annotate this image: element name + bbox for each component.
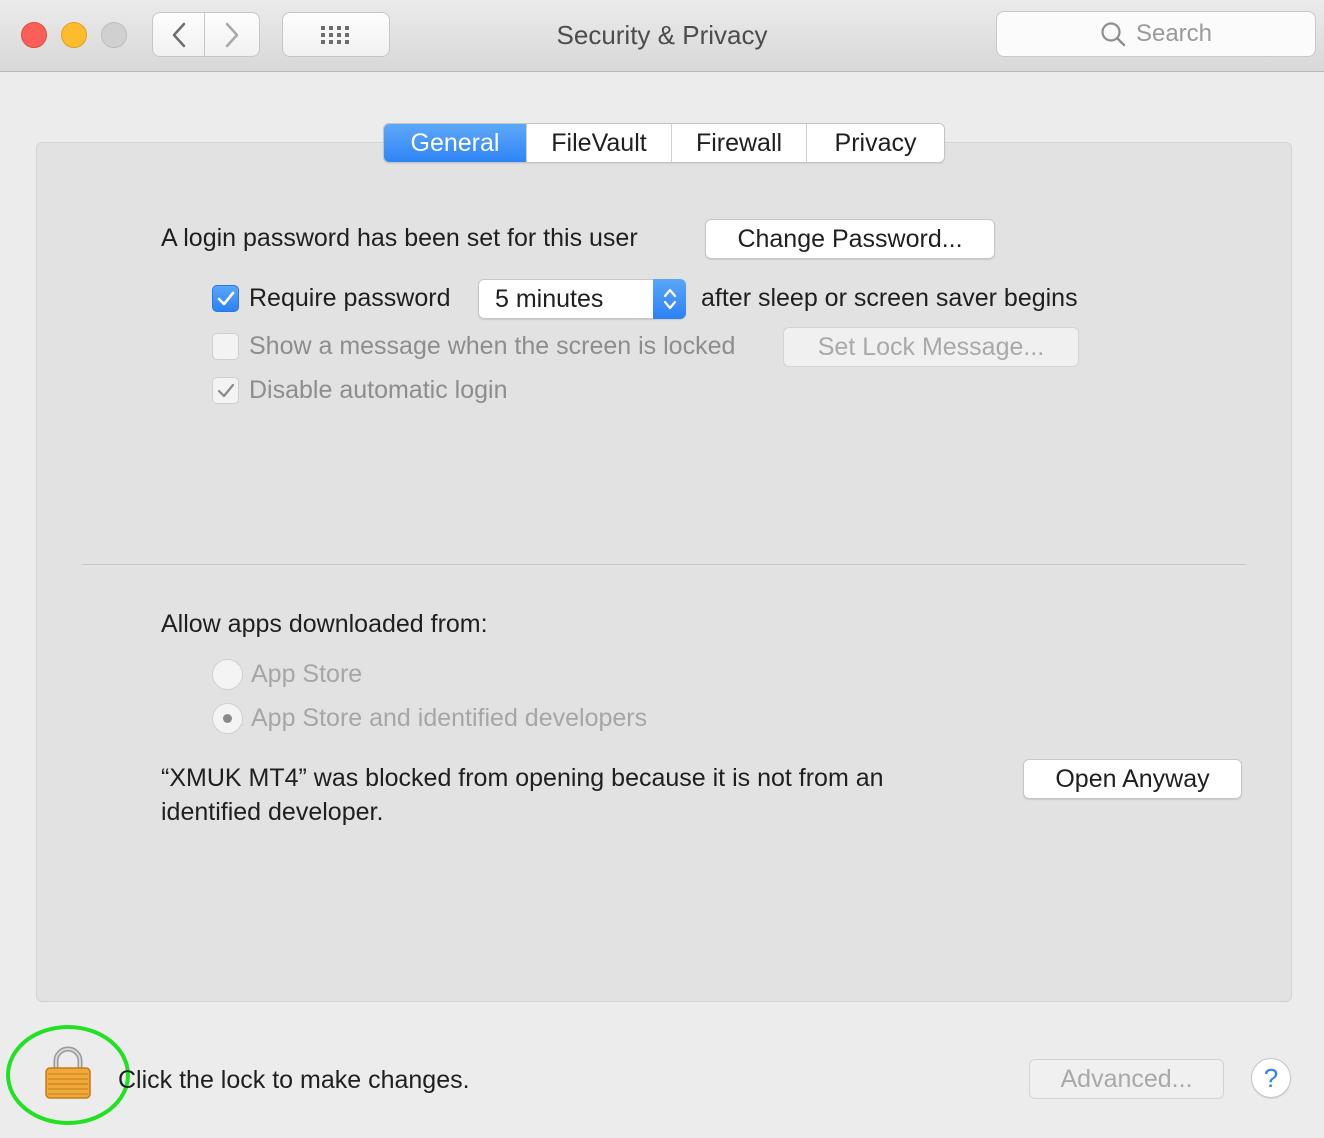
title-bar: Security & Privacy Search bbox=[0, 0, 1324, 72]
checkmark-icon bbox=[217, 291, 234, 305]
show-message-label: Show a message when the screen is locked bbox=[249, 332, 736, 360]
require-password-label: Require password bbox=[249, 284, 451, 312]
set-lock-message-button[interactable]: Set Lock Message... bbox=[783, 327, 1079, 367]
help-button[interactable]: ? bbox=[1251, 1058, 1291, 1098]
login-password-text: A login password has been set for this u… bbox=[161, 224, 638, 252]
allow-apps-heading: Allow apps downloaded from: bbox=[161, 610, 488, 638]
disable-auto-login-checkbox[interactable] bbox=[212, 377, 239, 404]
disable-auto-login-label: Disable automatic login bbox=[249, 376, 508, 404]
require-password-delay-value: 5 minutes bbox=[495, 285, 604, 313]
radio-selected-dot bbox=[223, 714, 232, 723]
require-password-checkbox[interactable] bbox=[212, 285, 239, 312]
checkmark-icon bbox=[217, 383, 234, 397]
tab-filevault[interactable]: FileVault bbox=[527, 124, 672, 162]
radio-app-store-identified-label: App Store and identified developers bbox=[251, 704, 648, 732]
require-password-suffix: after sleep or screen saver begins bbox=[701, 284, 1078, 312]
tab-bar: General FileVault Firewall Privacy bbox=[383, 123, 945, 163]
content-panel bbox=[36, 142, 1292, 1002]
radio-app-store-label: App Store bbox=[251, 660, 363, 688]
search-placeholder: Search bbox=[1135, 20, 1213, 47]
require-password-delay-select[interactable]: 5 minutes bbox=[478, 279, 686, 319]
blocked-message-line2: identified developer. bbox=[161, 798, 384, 826]
blocked-message-line1: “XMUK MT4” was blocked from opening beca… bbox=[161, 764, 884, 792]
tab-privacy[interactable]: Privacy bbox=[807, 124, 944, 162]
lock-highlight-circle bbox=[6, 1025, 130, 1125]
tab-general[interactable]: General bbox=[384, 124, 527, 162]
show-message-checkbox[interactable] bbox=[212, 333, 239, 360]
open-anyway-button[interactable]: Open Anyway bbox=[1023, 759, 1242, 799]
select-arrows-icon bbox=[653, 279, 686, 319]
radio-app-store-identified[interactable] bbox=[212, 703, 243, 734]
lock-instruction-text: Click the lock to make changes. bbox=[118, 1066, 470, 1094]
advanced-button[interactable]: Advanced... bbox=[1029, 1059, 1224, 1099]
search-field[interactable]: Search bbox=[996, 11, 1316, 57]
radio-app-store[interactable] bbox=[212, 659, 243, 690]
tab-firewall[interactable]: Firewall bbox=[672, 124, 807, 162]
section-divider bbox=[82, 564, 1246, 565]
change-password-button[interactable]: Change Password... bbox=[705, 219, 995, 259]
search-icon bbox=[1101, 22, 1126, 47]
